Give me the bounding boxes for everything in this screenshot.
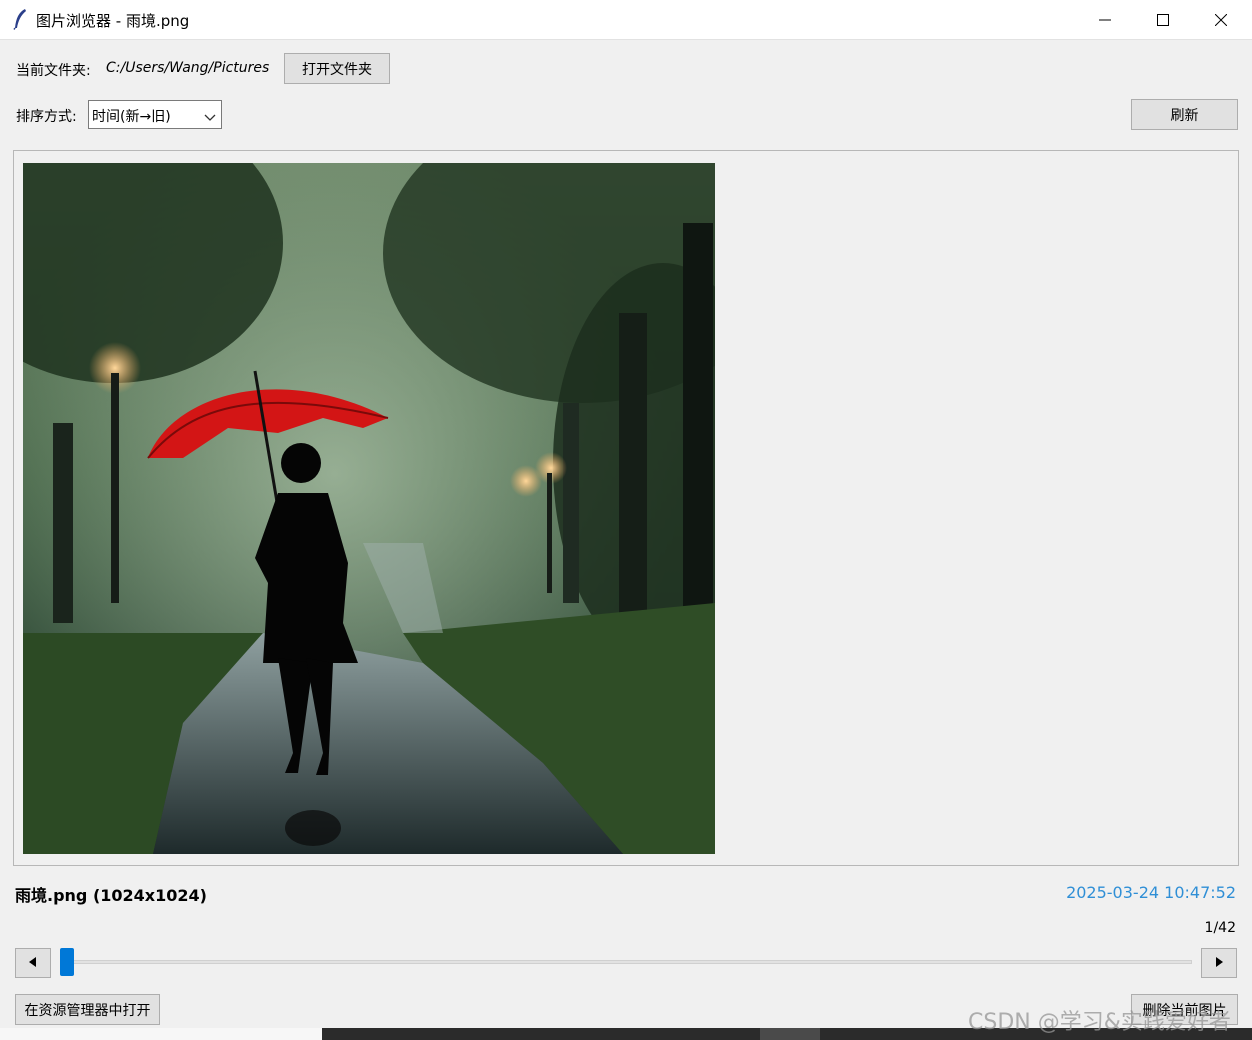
image-preview	[23, 163, 715, 854]
sort-label: 排序方式:	[16, 109, 77, 125]
maximize-button[interactable]	[1134, 0, 1192, 39]
triangle-right-icon	[1215, 955, 1223, 971]
prev-button[interactable]	[15, 948, 51, 978]
open-folder-button[interactable]: 打开文件夹	[284, 53, 390, 84]
file-info-label: 雨境.png (1024x1024)	[15, 886, 207, 905]
file-timestamp: 2025-03-24 10:47:52	[1066, 883, 1236, 902]
open-in-explorer-button[interactable]: 在资源管理器中打开	[15, 994, 160, 1025]
image-counter: 1/42	[1204, 920, 1236, 936]
close-button[interactable]	[1192, 0, 1250, 39]
folder-path: C:/Users/Wang/Pictures	[106, 60, 270, 76]
minimize-button[interactable]	[1076, 0, 1134, 39]
taskbar-segment-active	[760, 1028, 820, 1040]
image-slider-track[interactable]	[66, 960, 1192, 964]
chevron-down-icon	[204, 110, 216, 126]
feather-icon	[12, 8, 30, 30]
window-title: 图片浏览器 - 雨境.png	[36, 12, 190, 30]
refresh-button[interactable]: 刷新	[1131, 99, 1238, 130]
next-button[interactable]	[1201, 948, 1237, 978]
sort-select[interactable]: 时间(新→旧)	[88, 100, 222, 129]
sort-selected-value: 时间(新→旧)	[92, 109, 171, 125]
taskbar-segment	[0, 1028, 322, 1040]
folder-label: 当前文件夹:	[16, 63, 91, 79]
photo-rain-red-umbrella-icon	[23, 163, 715, 854]
triangle-left-icon	[29, 955, 37, 971]
watermark: CSDN @学习&实践爱好者	[968, 1010, 1231, 1035]
title-bar: 图片浏览器 - 雨境.png	[0, 0, 1252, 40]
image-slider-thumb[interactable]	[60, 948, 74, 976]
